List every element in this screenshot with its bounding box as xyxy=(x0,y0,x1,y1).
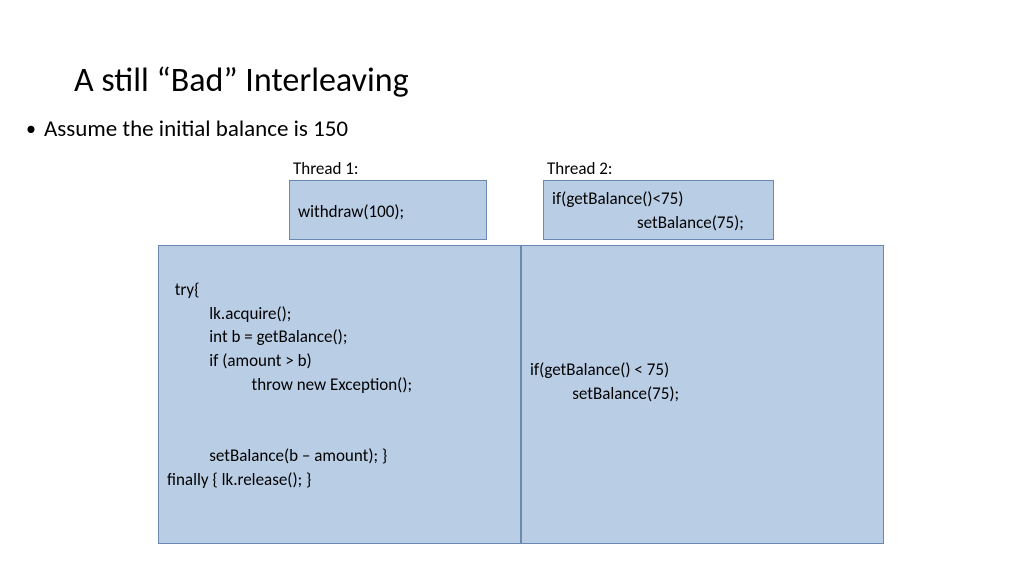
bullet-text: Assume the initial balance is 150 xyxy=(44,115,348,143)
slide-title: A still “Bad” Interleaving xyxy=(74,60,409,101)
thread-1-body-code: try{ lk.acquire(); int b = getBalance();… xyxy=(167,279,412,490)
thread-1-header-text: withdraw(100); xyxy=(298,201,404,222)
bullet-icon: • xyxy=(26,119,36,139)
thread-1-label: Thread 1: xyxy=(293,158,358,179)
thread-2-body-code: if(getBalance() < 75) setBalance(75); xyxy=(530,358,875,406)
thread-2-header-line1: if(getBalance()<75) xyxy=(552,187,765,211)
thread-2-body-box: if(getBalance() < 75) setBalance(75); xyxy=(521,245,884,544)
thread-1-body-box: try{ lk.acquire(); int b = getBalance();… xyxy=(158,245,521,544)
thread-2-label: Thread 2: xyxy=(547,158,612,179)
thread-1-header-box: withdraw(100); xyxy=(289,180,487,240)
thread-2-header-line2: setBalance(75); xyxy=(552,211,765,235)
thread-2-header-box: if(getBalance()<75) setBalance(75); xyxy=(543,180,774,240)
bullet-point: • Assume the initial balance is 150 xyxy=(26,115,348,143)
